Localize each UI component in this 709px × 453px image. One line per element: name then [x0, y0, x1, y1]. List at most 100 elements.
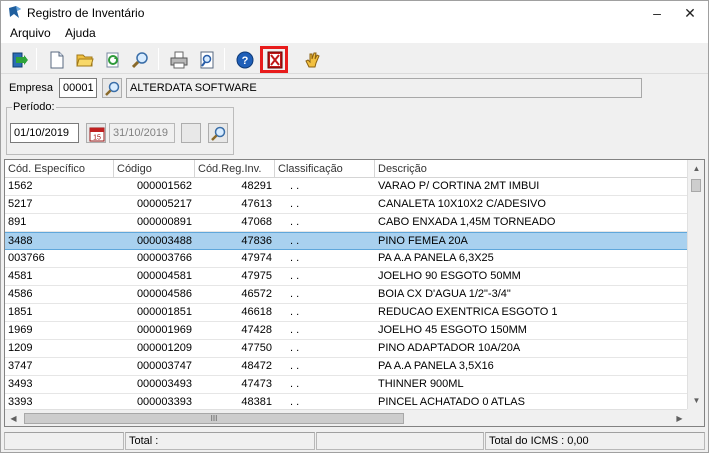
cell-codigo: 000003493: [136, 378, 192, 390]
generate-file-icon: [267, 51, 283, 69]
exit-button[interactable]: [7, 47, 31, 71]
scroll-down-icon[interactable]: ▼: [688, 392, 704, 409]
status-panel-empty: [4, 432, 124, 450]
column-header-especifico[interactable]: Cód. Específico: [5, 160, 114, 178]
cell-classificacao: . .: [290, 198, 300, 210]
cell-reginv: 46618: [241, 306, 272, 318]
cell-descricao: REDUCAO EXENTRICA ESGOTO 1: [378, 306, 558, 318]
scroll-up-icon[interactable]: ▲: [688, 160, 704, 177]
refresh-icon: [106, 52, 119, 68]
help-button[interactable]: ?: [232, 47, 256, 71]
open-button[interactable]: [72, 47, 96, 71]
generate-file-button[interactable]: [260, 46, 288, 73]
empresa-code-input[interactable]: 00001: [59, 78, 97, 98]
status-bar: Total : Total do ICMS : 0,00: [4, 432, 705, 450]
toolbar-separator: [224, 48, 225, 70]
cell-codigo: 000004586: [136, 288, 192, 300]
print-preview-button[interactable]: [194, 47, 218, 71]
toolbar: ?: [1, 44, 708, 74]
vertical-scrollbar[interactable]: ▲ ▼: [687, 160, 704, 409]
status-icms: Total do ICMS : 0,00: [485, 432, 705, 450]
cell-reginv: 47428: [241, 324, 272, 336]
cell-classificacao: . .: [290, 180, 300, 192]
cell-especifico: 4581: [8, 270, 33, 282]
menu-arquivo[interactable]: Arquivo: [8, 26, 53, 40]
cell-especifico: 1562: [8, 180, 33, 192]
new-button[interactable]: [44, 47, 68, 71]
cell-codigo: 000004581: [136, 270, 192, 282]
cell-reginv: 47750: [241, 342, 272, 354]
close-button[interactable]: ✕: [676, 1, 704, 25]
minimize-button[interactable]: –: [643, 1, 671, 25]
cell-descricao: CABO ENXADA 1,45M TORNEADO: [378, 216, 556, 228]
table-row[interactable]: 3488 000003488 47836 . . PINO FEMEA 20A: [5, 232, 688, 250]
status-panel-blank: [316, 432, 484, 450]
hand-button[interactable]: [299, 47, 323, 71]
table-row[interactable]: 1562 000001562 48291 . . VARAO P/ CORTINA 2M…: [5, 178, 688, 196]
cell-codigo: 000003488: [136, 235, 192, 247]
empresa-search-button[interactable]: [102, 78, 122, 98]
column-header-reginv[interactable]: Cód.Reg.Inv.: [195, 160, 275, 178]
scroll-left-icon[interactable]: ◀: [5, 410, 22, 426]
cell-descricao: THINNER 900ML: [378, 378, 464, 390]
table-row[interactable]: 3493 000003493 47473 . . THINNER 900ML: [5, 376, 688, 394]
toolbar-separator: [158, 48, 159, 70]
search-icon: [211, 126, 226, 141]
cell-reginv: 47836: [241, 235, 272, 247]
cell-codigo: 000001969: [136, 324, 192, 336]
main-window: Registro de Inventário – ✕ Arquivo Ajuda: [0, 0, 709, 453]
search-button[interactable]: [128, 47, 152, 71]
table-row[interactable]: 1969 000001969 47428 . . JOELHO 45 ESGOTO 15…: [5, 322, 688, 340]
cell-classificacao: . .: [290, 216, 300, 228]
cell-descricao: PINO FEMEA 20A: [378, 235, 468, 247]
open-folder-icon: [76, 54, 94, 67]
title-bar: Registro de Inventário – ✕: [1, 1, 708, 25]
cell-codigo: 000001562: [136, 180, 192, 192]
menu-ajuda[interactable]: Ajuda: [63, 26, 98, 40]
cell-codigo: 000001851: [136, 306, 192, 318]
date-to-calendar-button[interactable]: [181, 123, 201, 143]
hand-icon: [305, 52, 320, 68]
refresh-button[interactable]: [100, 47, 124, 71]
cell-especifico: 3488: [8, 235, 33, 247]
exit-icon: [12, 52, 28, 68]
table-row[interactable]: 1209 000001209 47750 . . PINO ADAPTADOR 10A/…: [5, 340, 688, 358]
column-header-classificacao[interactable]: Classificação: [275, 160, 375, 178]
table-row[interactable]: 3747 000003747 48472 . . PA A.A PANELA 3,5X1…: [5, 358, 688, 376]
column-header-codigo[interactable]: Código: [114, 160, 195, 178]
cell-descricao: PA A.A PANELA 3,5X16: [378, 360, 494, 372]
calendar-button[interactable]: 15: [86, 123, 106, 143]
table-row[interactable]: 4581 000004581 47975 . . JOELHO 90 ESGOTO 50…: [5, 268, 688, 286]
scroll-right-icon[interactable]: ▶: [671, 410, 688, 426]
cell-classificacao: . .: [290, 324, 300, 336]
date-from-input[interactable]: 01/10/2019: [10, 123, 79, 143]
column-header-descricao[interactable]: Descrição: [375, 160, 688, 178]
periodo-label: Período:: [12, 101, 56, 113]
print-icon: [170, 51, 188, 69]
grid-header: Cód. Específico Código Cód.Reg.Inv. Clas…: [5, 160, 688, 178]
status-total: Total :: [125, 432, 315, 450]
inventory-grid[interactable]: Cód. Específico Código Cód.Reg.Inv. Clas…: [4, 159, 705, 427]
date-to-input[interactable]: 31/10/2019: [109, 123, 175, 143]
table-row[interactable]: 5217 000005217 47613 . . CANALETA 10X10X2 C/…: [5, 196, 688, 214]
cell-classificacao: . .: [290, 306, 300, 318]
cell-classificacao: . .: [290, 270, 300, 282]
print-button[interactable]: [166, 47, 190, 71]
table-row[interactable]: 891 000000891 47068 . . CABO ENXADA 1,45M TO…: [5, 214, 688, 232]
table-row[interactable]: 003766 000003766 47974 . . PA A.A PANELA 6,3…: [5, 250, 688, 268]
cell-especifico: 4586: [8, 288, 33, 300]
cell-descricao: BOIA CX D'AGUA 1/2"-3/4": [378, 288, 511, 300]
cell-codigo: 000003766: [136, 252, 192, 264]
horizontal-scrollbar[interactable]: ◀ III ▶: [5, 409, 688, 426]
vertical-scroll-thumb[interactable]: [691, 179, 701, 192]
scroll-corner: [687, 409, 704, 426]
cell-reginv: 47613: [241, 198, 272, 210]
periodo-search-button[interactable]: [208, 123, 228, 143]
cell-classificacao: . .: [290, 252, 300, 264]
table-row[interactable]: 1851 000001851 46618 . . REDUCAO EXENTRICA E…: [5, 304, 688, 322]
cell-descricao: CANALETA 10X10X2 C/ADESIVO: [378, 198, 546, 210]
table-row[interactable]: 4586 000004586 46572 . . BOIA CX D'AGUA 1/2"…: [5, 286, 688, 304]
empresa-label: Empresa: [9, 82, 54, 94]
cell-descricao: PINO ADAPTADOR 10A/20A: [378, 342, 521, 354]
horizontal-scroll-thumb[interactable]: III: [24, 413, 404, 424]
